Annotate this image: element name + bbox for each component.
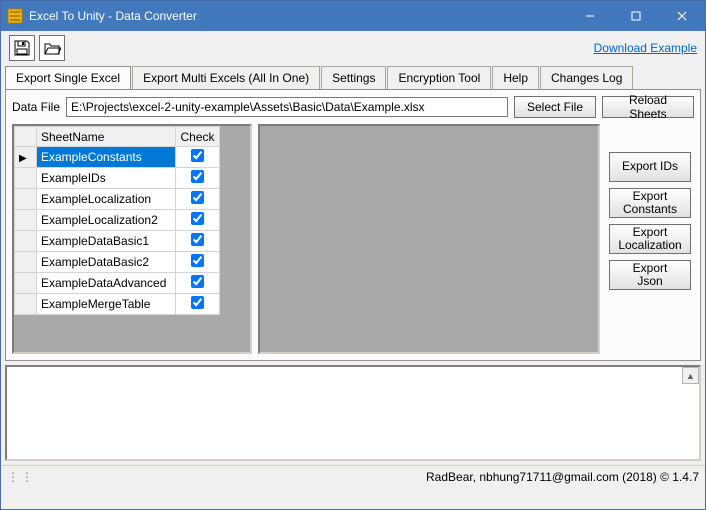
sheet-name-cell[interactable]: ExampleDataAdvanced — [37, 273, 176, 294]
table-row[interactable]: ExampleDataBasic2 — [15, 252, 220, 273]
row-header[interactable] — [15, 210, 37, 231]
tab-help[interactable]: Help — [492, 66, 539, 89]
data-file-input[interactable] — [66, 97, 508, 117]
tab-export-single-excel[interactable]: Export Single Excel — [5, 66, 131, 89]
sheet-checkbox[interactable] — [191, 233, 204, 246]
sheet-checkbox[interactable] — [191, 149, 204, 162]
status-bar: ⋮⋮ RadBear, nbhung71711@gmail.com (2018)… — [1, 465, 705, 487]
select-file-button[interactable]: Select File — [514, 96, 596, 118]
main-area: SheetName Check ▶ExampleConstantsExample… — [12, 124, 694, 354]
main-window: Excel To Unity - Data Converter Download… — [0, 0, 706, 510]
sheets-grid-panel: SheetName Check ▶ExampleConstantsExample… — [12, 124, 252, 354]
row-header[interactable] — [15, 168, 37, 189]
table-row[interactable]: ▶ExampleConstants — [15, 147, 220, 168]
sheet-checkbox[interactable] — [191, 296, 204, 309]
data-file-label: Data File — [12, 100, 60, 114]
window-title: Excel To Unity - Data Converter — [29, 9, 567, 23]
log-textarea[interactable]: ▲ — [5, 365, 701, 461]
sheet-name-cell[interactable]: ExampleDataBasic2 — [37, 252, 176, 273]
check-cell[interactable] — [176, 231, 220, 252]
sheet-name-cell[interactable]: ExampleIDs — [37, 168, 176, 189]
row-header[interactable] — [15, 189, 37, 210]
table-row[interactable]: ExampleDataBasic1 — [15, 231, 220, 252]
sheet-checkbox[interactable] — [191, 254, 204, 267]
table-row[interactable]: ExampleDataAdvanced — [15, 273, 220, 294]
row-header[interactable] — [15, 273, 37, 294]
row-header[interactable] — [15, 252, 37, 273]
close-button[interactable] — [659, 1, 705, 31]
row-header[interactable] — [15, 294, 37, 315]
minimize-button[interactable] — [567, 1, 613, 31]
check-cell[interactable] — [176, 294, 220, 315]
sheet-name-cell[interactable]: ExampleMergeTable — [37, 294, 176, 315]
save-button[interactable] — [9, 35, 35, 61]
check-cell[interactable] — [176, 147, 220, 168]
export-constants-button[interactable]: Export Constants — [609, 188, 691, 218]
tab-strip: Export Single Excel Export Multi Excels … — [1, 65, 705, 89]
check-cell[interactable] — [176, 210, 220, 231]
sheets-grid: SheetName Check ▶ExampleConstantsExample… — [14, 126, 220, 315]
table-row[interactable]: ExampleLocalization2 — [15, 210, 220, 231]
grid-col-check[interactable]: Check — [176, 127, 220, 147]
status-text: RadBear, nbhung71711@gmail.com (2018) © … — [35, 470, 699, 484]
side-buttons: Export IDs Export Constants Export Local… — [606, 124, 694, 354]
tab-settings[interactable]: Settings — [321, 66, 386, 89]
export-localization-button[interactable]: Export Localization — [609, 224, 691, 254]
sheet-checkbox[interactable] — [191, 191, 204, 204]
sheet-name-cell[interactable]: ExampleLocalization — [37, 189, 176, 210]
maximize-button[interactable] — [613, 1, 659, 31]
check-cell[interactable] — [176, 189, 220, 210]
export-ids-button[interactable]: Export IDs — [609, 152, 691, 182]
sheet-name-cell[interactable]: ExampleConstants — [37, 147, 176, 168]
check-cell[interactable] — [176, 273, 220, 294]
open-button[interactable] — [39, 35, 65, 61]
toolbar: Download Example — [1, 31, 705, 65]
tab-changes-log[interactable]: Changes Log — [540, 66, 633, 89]
grid-corner — [15, 127, 37, 147]
tab-encryption-tool[interactable]: Encryption Tool — [387, 66, 491, 89]
table-row[interactable]: ExampleLocalization — [15, 189, 220, 210]
sheet-checkbox[interactable] — [191, 170, 204, 183]
sheet-name-cell[interactable]: ExampleLocalization2 — [37, 210, 176, 231]
app-icon — [7, 8, 23, 24]
sheet-name-cell[interactable]: ExampleDataBasic1 — [37, 231, 176, 252]
sheet-checkbox[interactable] — [191, 275, 204, 288]
floppy-disk-icon — [13, 39, 31, 57]
folder-open-icon — [43, 39, 61, 57]
export-json-button[interactable]: Export Json — [609, 260, 691, 290]
data-file-row: Data File Select File Reload Sheets — [12, 96, 694, 118]
check-cell[interactable] — [176, 252, 220, 273]
table-row[interactable]: ExampleMergeTable — [15, 294, 220, 315]
preview-panel — [258, 124, 600, 354]
tab-content: Data File Select File Reload Sheets Shee… — [5, 89, 701, 361]
check-cell[interactable] — [176, 168, 220, 189]
scroll-up-icon[interactable]: ▲ — [682, 367, 699, 384]
grid-col-sheetname[interactable]: SheetName — [37, 127, 176, 147]
title-bar: Excel To Unity - Data Converter — [1, 1, 705, 31]
row-header[interactable]: ▶ — [15, 147, 37, 168]
sheet-checkbox[interactable] — [191, 212, 204, 225]
reload-sheets-button[interactable]: Reload Sheets — [602, 96, 694, 118]
table-row[interactable]: ExampleIDs — [15, 168, 220, 189]
download-example-link[interactable]: Download Example — [594, 41, 697, 55]
row-header[interactable] — [15, 231, 37, 252]
statusbar-grip-icon: ⋮⋮ — [7, 470, 35, 484]
tab-export-multi-excels[interactable]: Export Multi Excels (All In One) — [132, 66, 320, 89]
